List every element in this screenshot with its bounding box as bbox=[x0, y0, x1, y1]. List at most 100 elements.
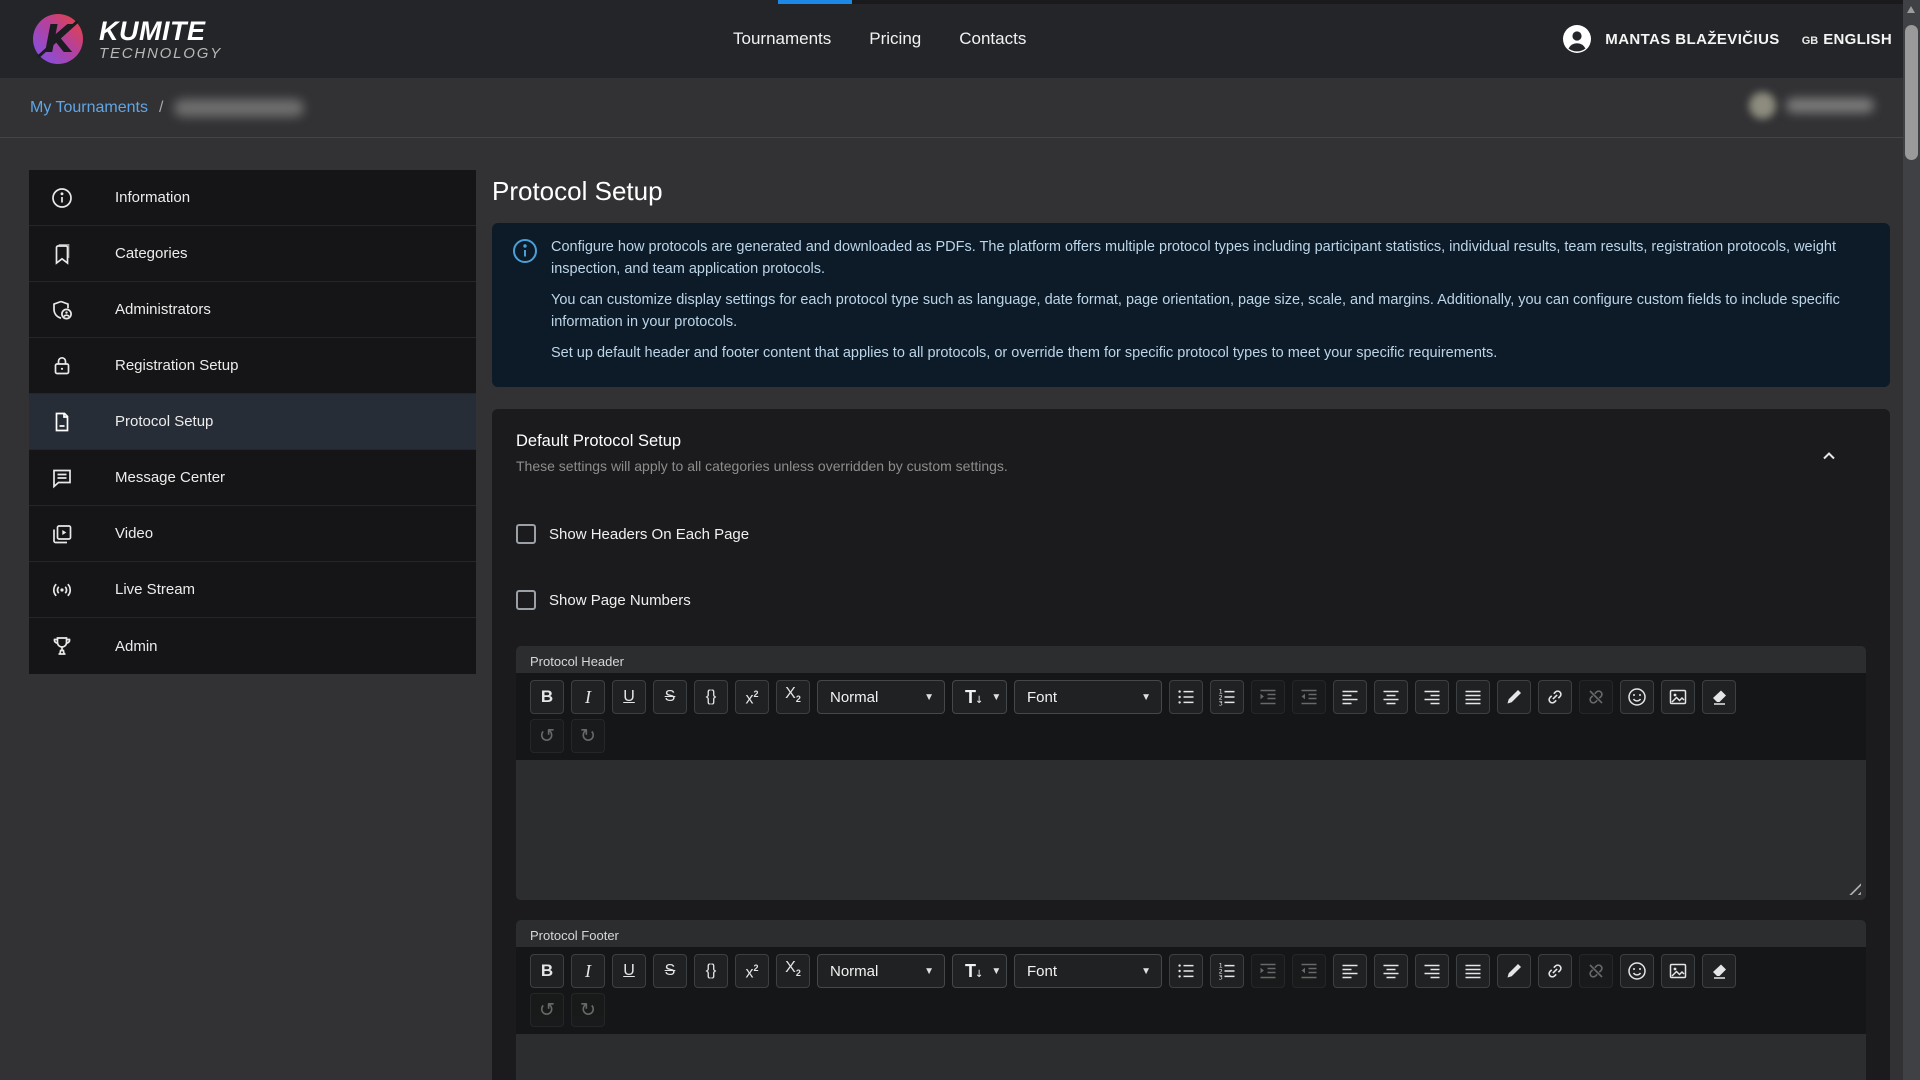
unlink-icon bbox=[1586, 687, 1606, 707]
sidebar-item-label: Message Center bbox=[115, 469, 225, 486]
scrollbar-thumb[interactable] bbox=[1905, 25, 1918, 160]
language-selector[interactable]: GB ENGLISH bbox=[1802, 31, 1892, 48]
link-icon bbox=[1545, 687, 1565, 707]
collapse-section-button[interactable] bbox=[1820, 443, 1846, 469]
unordered-list-button[interactable] bbox=[1169, 680, 1203, 714]
align-left-icon bbox=[1340, 687, 1360, 707]
user-menu[interactable]: MANTAS BLAŽEVIČIUS GB ENGLISH bbox=[1562, 0, 1892, 78]
emoji-button[interactable] bbox=[1620, 680, 1654, 714]
indent-icon bbox=[1258, 687, 1278, 707]
eraser-icon bbox=[1709, 687, 1729, 707]
link-icon bbox=[1545, 961, 1565, 981]
show-page-numbers-checkbox[interactable] bbox=[516, 590, 536, 610]
align-justify-button[interactable] bbox=[1456, 954, 1490, 988]
protocol-setup-page: { "header": { "brand": { "name": "KUMITE… bbox=[0, 0, 1920, 1080]
lock-icon bbox=[50, 354, 74, 378]
chevron-down-icon: ▼ bbox=[924, 692, 934, 703]
align-right-button[interactable] bbox=[1415, 954, 1449, 988]
paragraph-style-select[interactable]: Normal ▼ bbox=[817, 680, 945, 714]
sidebar-item-label: Administrators bbox=[115, 301, 211, 318]
editor-content-area[interactable] bbox=[516, 760, 1866, 900]
align-right-icon bbox=[1422, 687, 1442, 707]
insert-image-button[interactable] bbox=[1661, 680, 1695, 714]
show-headers-checkbox[interactable] bbox=[516, 524, 536, 544]
strikethrough-button[interactable]: S bbox=[653, 680, 687, 714]
resize-handle-icon[interactable] bbox=[1848, 882, 1861, 895]
sidebar-item-information[interactable]: Information bbox=[29, 170, 476, 226]
sidebar-item-categories[interactable]: Categories bbox=[29, 226, 476, 282]
underline-button[interactable]: U bbox=[612, 680, 646, 714]
sidebar-item-protocol-setup[interactable]: Protocol Setup bbox=[29, 394, 476, 450]
brand-subtitle: TECHNOLOGY bbox=[99, 45, 222, 62]
sidebar-item-administrators[interactable]: Administrators bbox=[29, 282, 476, 338]
language-label: ENGLISH bbox=[1823, 31, 1892, 48]
text-size-select[interactable]: T↓▼ bbox=[952, 954, 1007, 988]
editor-content-area[interactable] bbox=[516, 1034, 1866, 1080]
eraser-icon bbox=[1709, 961, 1729, 981]
sidebar-item-admin[interactable]: Admin bbox=[29, 618, 476, 674]
select-value: Font bbox=[1027, 955, 1057, 987]
italic-button[interactable]: I bbox=[571, 680, 605, 714]
tournament-meta-redacted bbox=[1749, 92, 1874, 119]
paragraph-style-select[interactable]: Normal▼ bbox=[817, 954, 945, 988]
message-icon bbox=[50, 466, 74, 490]
indent-icon bbox=[1258, 961, 1278, 981]
subscript-button[interactable]: X2 bbox=[776, 954, 810, 988]
align-left-button[interactable] bbox=[1333, 680, 1367, 714]
insert-image-button[interactable] bbox=[1661, 954, 1695, 988]
sidebar-item-label: Protocol Setup bbox=[115, 413, 213, 430]
clear-formatting-button[interactable] bbox=[1702, 680, 1736, 714]
ordered-list-button[interactable]: 123 bbox=[1210, 680, 1244, 714]
breadcrumb-my-tournaments-link[interactable]: My Tournaments bbox=[30, 99, 148, 117]
checkbox-label[interactable]: Show Headers On Each Page bbox=[549, 526, 749, 543]
ordered-list-button[interactable]: 123 bbox=[1210, 954, 1244, 988]
emoji-icon bbox=[1627, 687, 1647, 707]
align-left-icon bbox=[1340, 961, 1360, 981]
checkbox-label[interactable]: Show Page Numbers bbox=[549, 592, 691, 609]
brand-name: KUMITE bbox=[99, 17, 222, 45]
sidebar-item-message-center[interactable]: Message Center bbox=[29, 450, 476, 506]
code-braces-button[interactable]: {} bbox=[694, 680, 728, 714]
scroll-up-arrow-icon[interactable] bbox=[1907, 6, 1915, 13]
text-color-pen-button[interactable] bbox=[1497, 680, 1531, 714]
breadcrumb-separator: / bbox=[159, 99, 163, 117]
nav-item-tournaments[interactable]: Tournaments bbox=[733, 29, 831, 49]
nav-item-contacts[interactable]: Contacts bbox=[959, 29, 1026, 49]
bold-button[interactable]: B bbox=[530, 680, 564, 714]
align-center-button[interactable] bbox=[1374, 954, 1408, 988]
superscript-button[interactable]: x2 bbox=[735, 954, 769, 988]
text-size-select[interactable]: T↓▼ bbox=[952, 680, 1007, 714]
align-center-button[interactable] bbox=[1374, 680, 1408, 714]
sidebar-item-live-stream[interactable]: Live Stream bbox=[29, 562, 476, 618]
italic-button[interactable]: I bbox=[571, 954, 605, 988]
redacted-text bbox=[1786, 98, 1874, 113]
align-right-button[interactable] bbox=[1415, 680, 1449, 714]
font-family-select[interactable]: Font▼ bbox=[1014, 954, 1162, 988]
insert-link-button[interactable] bbox=[1538, 954, 1572, 988]
sidebar-item-label: Admin bbox=[115, 638, 158, 655]
unordered-list-button[interactable] bbox=[1169, 954, 1203, 988]
bold-button[interactable]: B bbox=[530, 954, 564, 988]
outdent-button bbox=[1292, 680, 1326, 714]
sidebar-item-video[interactable]: Video bbox=[29, 506, 476, 562]
chevron-down-icon: ▼ bbox=[1141, 692, 1151, 703]
text-color-pen-button[interactable] bbox=[1497, 954, 1531, 988]
brand-logo[interactable]: K KUMITE TECHNOLOGY bbox=[32, 13, 222, 65]
font-family-select[interactable]: Font▼ bbox=[1014, 680, 1162, 714]
nav-item-pricing[interactable]: Pricing bbox=[869, 29, 921, 49]
scrollbar[interactable] bbox=[1903, 0, 1920, 1080]
emoji-button[interactable] bbox=[1620, 954, 1654, 988]
code-braces-button[interactable]: {} bbox=[694, 954, 728, 988]
superscript-button[interactable]: x2 bbox=[735, 680, 769, 714]
pen-icon bbox=[1504, 687, 1524, 707]
svg-text:K: K bbox=[44, 17, 76, 61]
insert-link-button[interactable] bbox=[1538, 680, 1572, 714]
strikethrough-button[interactable]: S bbox=[653, 954, 687, 988]
align-justify-button[interactable] bbox=[1456, 680, 1490, 714]
clear-formatting-button[interactable] bbox=[1702, 954, 1736, 988]
subscript-button[interactable]: X2 bbox=[776, 680, 810, 714]
sidebar-item-registration-setup[interactable]: Registration Setup bbox=[29, 338, 476, 394]
select-value: Normal bbox=[830, 681, 878, 713]
align-left-button[interactable] bbox=[1333, 954, 1367, 988]
underline-button[interactable]: U bbox=[612, 954, 646, 988]
